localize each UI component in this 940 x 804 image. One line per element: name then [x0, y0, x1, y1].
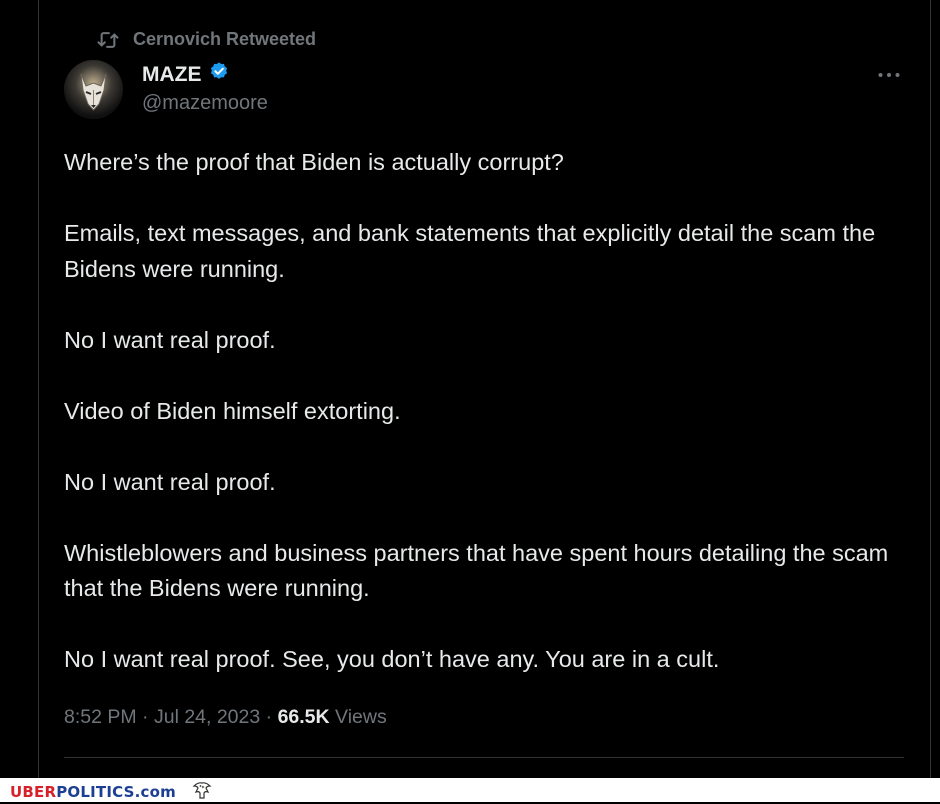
more-horizontal-icon: [877, 65, 901, 83]
author-name[interactable]: MAZE: [142, 63, 202, 87]
tweet-paragraph: Whistleblowers and business partners tha…: [64, 539, 889, 602]
watermark-uber: UBER: [10, 783, 57, 801]
tweet-right-border: [930, 0, 931, 778]
tweet-time[interactable]: 8:52 PM: [64, 706, 137, 728]
author-name-row[interactable]: MAZE: [142, 61, 230, 88]
tweet-divider: [64, 757, 904, 758]
more-options-button[interactable]: [869, 62, 909, 86]
tweet-meta: 8:52 PM · Jul 24, 2023 · 66.5K Views: [64, 706, 387, 729]
tweet-card[interactable]: Cernovich Retweeted MAZE @mazemoore Wher…: [39, 0, 930, 778]
tweet-text: Where’s the proof that Biden is actually…: [64, 145, 914, 678]
retweet-context[interactable]: Cernovich Retweeted: [97, 29, 316, 50]
verified-badge-icon: [208, 61, 230, 88]
tweet-paragraph: No I want real proof.: [64, 326, 276, 353]
wolf-avatar[interactable]: [64, 60, 123, 119]
views-label: Views: [329, 706, 387, 728]
tweet-paragraph: Video of Biden himself extorting.: [64, 397, 401, 424]
watermark-bar: UBERPOLITICS.com: [0, 778, 940, 802]
meta-separator: ·: [136, 706, 154, 728]
site-watermark: UBERPOLITICS.com: [10, 780, 214, 804]
eagle-icon: [190, 780, 214, 804]
tweet-paragraph: No I want real proof. See, you don’t hav…: [64, 646, 720, 672]
watermark-com: .com: [134, 783, 176, 801]
author-handle[interactable]: @mazemoore: [142, 92, 268, 115]
tweet-paragraph: Where’s the proof that Biden is actually…: [64, 149, 564, 175]
tweet-date[interactable]: Jul 24, 2023: [154, 706, 260, 728]
meta-separator: ·: [260, 706, 278, 728]
retweet-label: Cernovich Retweeted: [133, 29, 317, 49]
views-count: 66.5K: [277, 706, 330, 728]
watermark-politics: POLITICS: [56, 783, 135, 801]
tweet-paragraph: No I want real proof.: [64, 468, 276, 495]
retweet-icon: [97, 30, 119, 50]
tweet-paragraph: Emails, text messages, and bank statemen…: [64, 220, 876, 282]
